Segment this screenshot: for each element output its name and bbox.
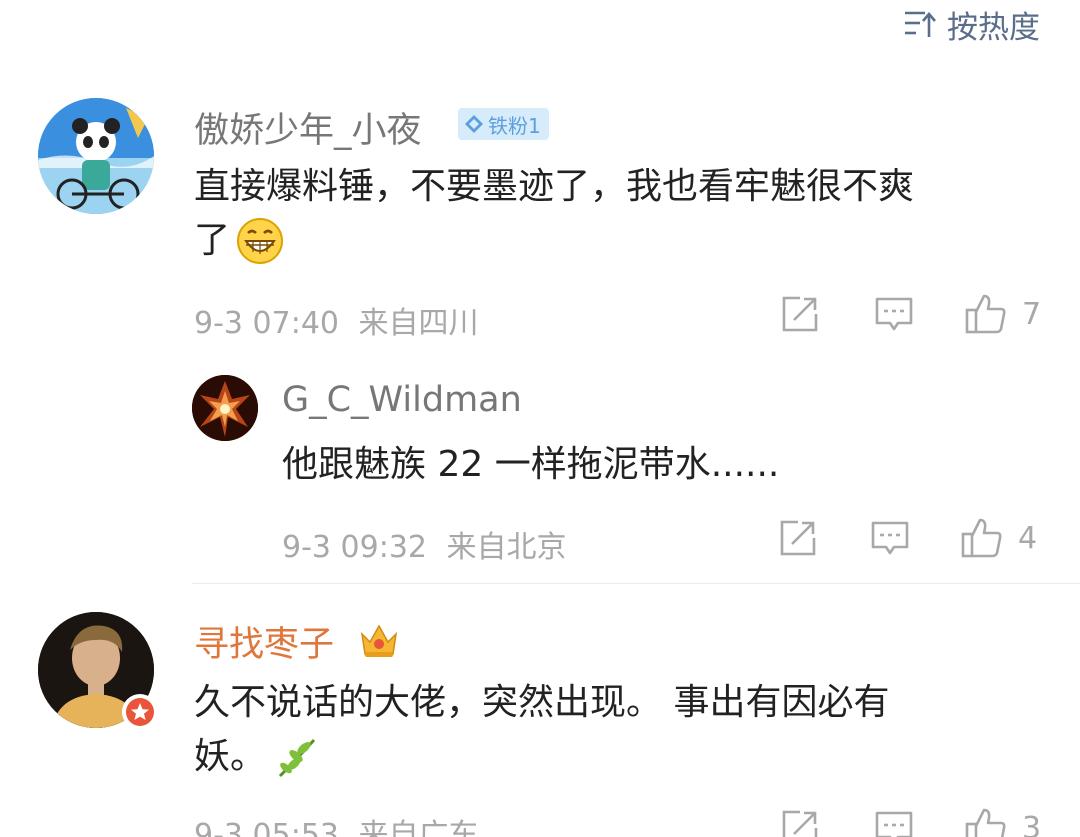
star-icon [126,698,154,726]
comment-time: 9-3 05:53 [194,818,339,837]
username[interactable]: G_C_Wildman [282,380,522,420]
comment-location: 来自北京 [446,530,567,565]
username[interactable]: 傲娇少年_小夜 [194,102,422,153]
comment-text-line: 直接爆料锤，不要墨迹了，我也看牢魅很不爽 [194,166,915,207]
avatar[interactable] [192,375,258,441]
comment-text: 久不说话的大佬，突然出现。 事出有因必有 妖。 [194,676,1054,784]
comment-text-line: 妖。 [194,736,267,777]
like-count: 3 [1022,810,1042,837]
like-icon[interactable] [960,516,1004,560]
reply-icon[interactable] [874,808,914,837]
like-icon[interactable] [964,292,1008,336]
comment-actions: 3 [780,806,1041,837]
comment-location: 来自四川 [358,306,479,341]
like-count: 4 [1018,520,1038,556]
username[interactable]: 寻找枣子 [194,616,334,667]
grin-emoji-icon [237,218,284,264]
comment-text: 他跟魅族 22 一样拖泥带水...... [282,444,780,485]
comment-list-page: 按热度 傲娇少年_小夜 铁粉1 直接爆料锤，不要墨迹了，我也看牢魅很不爽 了 9… [0,0,1080,837]
sort-icon [905,11,936,37]
comment-meta: 9-3 05:53 来自广东 [194,810,479,837]
leaf-emoji-icon [278,738,316,778]
diamond-icon [465,115,483,133]
sort-by-hot-button[interactable]: 按热度 [903,4,1040,46]
reply-icon[interactable] [874,294,914,334]
comment-text: 直接爆料锤，不要墨迹了，我也看牢魅很不爽 了 [194,160,1054,268]
repost-icon[interactable] [778,518,818,558]
like-icon[interactable] [964,806,1008,837]
like-count: 7 [1022,296,1042,332]
comment-actions: 4 [778,516,1037,560]
comment-text-line: 了 [194,220,231,261]
comment-meta: 9-3 09:32 来自北京 [282,522,567,566]
comment-location: 来自广东 [358,818,479,837]
repost-icon[interactable] [780,808,820,837]
comment-meta: 9-3 07:40 来自四川 [194,298,479,342]
iron-fan-badge[interactable]: 铁粉1 [458,108,549,140]
reply-icon[interactable] [870,518,910,558]
avatar[interactable] [38,98,154,214]
vip-badge [122,694,158,730]
divider [192,583,1080,584]
comment-time: 9-3 09:32 [282,530,427,565]
comment-actions: 7 [780,292,1041,336]
sort-label: 按热度 [947,9,1040,46]
badge-label: 铁粉1 [488,113,541,138]
repost-icon[interactable] [780,294,820,334]
comment-text-line: 久不说话的大佬，突然出现。 事出有因必有 [194,682,890,723]
crown-icon [360,624,398,657]
comment-time: 9-3 07:40 [194,306,339,341]
